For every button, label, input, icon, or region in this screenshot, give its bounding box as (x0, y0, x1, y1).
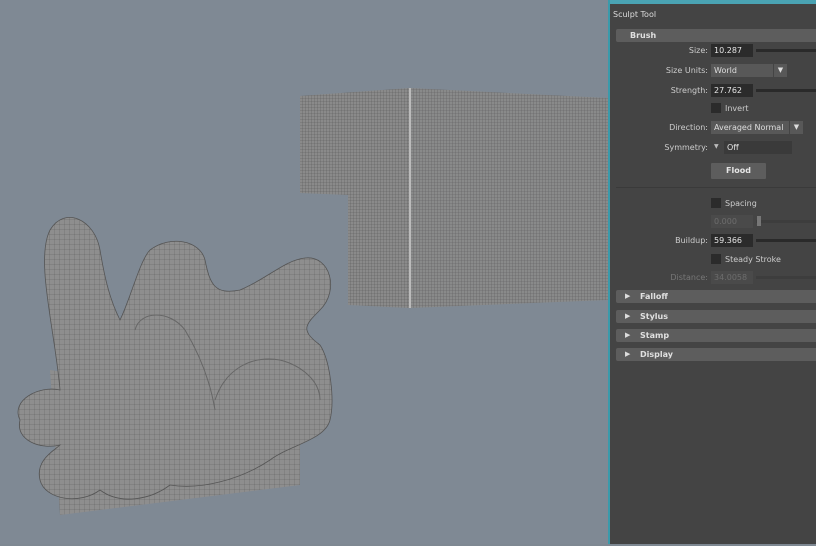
steady-stroke-label: Steady Stroke (725, 255, 781, 264)
expand-triangle-icon: ▶ (625, 331, 631, 339)
spacing-slider[interactable] (756, 220, 816, 223)
viewport-scene (17, 88, 608, 515)
spacing-label: Spacing (725, 199, 757, 208)
distance-label: Distance: (670, 273, 708, 282)
symmetry-menu-arrow-icon[interactable]: ▼ (714, 143, 719, 150)
size-units-dropdown[interactable]: World ▼ (711, 64, 787, 77)
3d-viewport[interactable] (0, 0, 608, 544)
chevron-down-icon: ▼ (773, 64, 787, 77)
flood-button[interactable]: Flood (711, 163, 766, 179)
strength-slider[interactable] (756, 89, 816, 92)
symmetry-label: Symmetry: (664, 143, 708, 152)
sculpt-tool-panel: Sculpt Tool Brush Size: 10.287 Size Unit… (608, 0, 816, 544)
section-label: Falloff (640, 292, 668, 301)
sculpted-mesh (17, 217, 333, 515)
section-falloff[interactable]: ▶ Falloff (616, 290, 816, 303)
direction-row: Direction: Averaged Normal ▼ (610, 121, 816, 135)
size-units-label: Size Units: (665, 66, 708, 75)
buildup-row: Buildup: 59.366 (610, 234, 816, 248)
invert-checkbox[interactable] (711, 103, 721, 113)
distance-row: Distance: 34.0058 (610, 271, 816, 285)
strength-row: Strength: 27.762 (610, 84, 816, 98)
section-brush-header[interactable]: Brush (616, 29, 816, 42)
expand-triangle-icon: ▶ (625, 350, 631, 358)
section-stamp[interactable]: ▶ Stamp (616, 329, 816, 342)
section-label: Display (640, 350, 673, 359)
direction-dropdown[interactable]: Averaged Normal ▼ (711, 121, 803, 134)
spacing-input[interactable]: 0.000 (711, 215, 753, 228)
symmetry-field[interactable]: Off (724, 141, 792, 154)
chevron-down-icon: ▼ (789, 121, 803, 134)
direction-label: Direction: (669, 123, 708, 132)
direction-value: Averaged Normal (714, 123, 784, 132)
distance-input[interactable]: 34.0058 (711, 271, 753, 284)
section-display[interactable]: ▶ Display (616, 348, 816, 361)
distance-slider[interactable] (756, 276, 816, 279)
invert-row: Invert (610, 102, 816, 116)
box-mesh (300, 88, 608, 308)
section-stylus[interactable]: ▶ Stylus (616, 310, 816, 323)
size-label: Size: (688, 46, 708, 55)
spacing-checkbox[interactable] (711, 198, 721, 208)
section-label: Brush (630, 31, 657, 40)
buildup-label: Buildup: (675, 236, 708, 245)
steady-stroke-checkbox[interactable] (711, 254, 721, 264)
spacing-slider-handle[interactable] (757, 216, 761, 226)
size-units-value: World (714, 66, 737, 75)
strength-input[interactable]: 27.762 (711, 84, 753, 97)
expand-triangle-icon: ▶ (625, 312, 631, 320)
invert-label: Invert (725, 104, 749, 113)
size-slider[interactable] (756, 49, 816, 52)
section-label: Stamp (640, 331, 670, 340)
size-row: Size: 10.287 (610, 44, 816, 58)
spacing-value-row: 0.000 (610, 215, 816, 229)
buildup-input[interactable]: 59.366 (711, 234, 753, 247)
size-units-row: Size Units: World ▼ (610, 64, 816, 78)
expand-triangle-icon: ▶ (625, 292, 631, 300)
panel-title: Sculpt Tool (613, 10, 657, 19)
size-input[interactable]: 10.287 (711, 44, 753, 57)
steady-stroke-row: Steady Stroke (610, 253, 816, 267)
panel-top-bar (610, 0, 816, 4)
strength-label: Strength: (670, 86, 708, 95)
spacing-row: Spacing (610, 197, 816, 211)
section-label: Stylus (640, 312, 668, 321)
divider (616, 187, 816, 188)
buildup-slider[interactable] (756, 239, 816, 242)
symmetry-row: Symmetry: ▼ Off (610, 141, 816, 155)
